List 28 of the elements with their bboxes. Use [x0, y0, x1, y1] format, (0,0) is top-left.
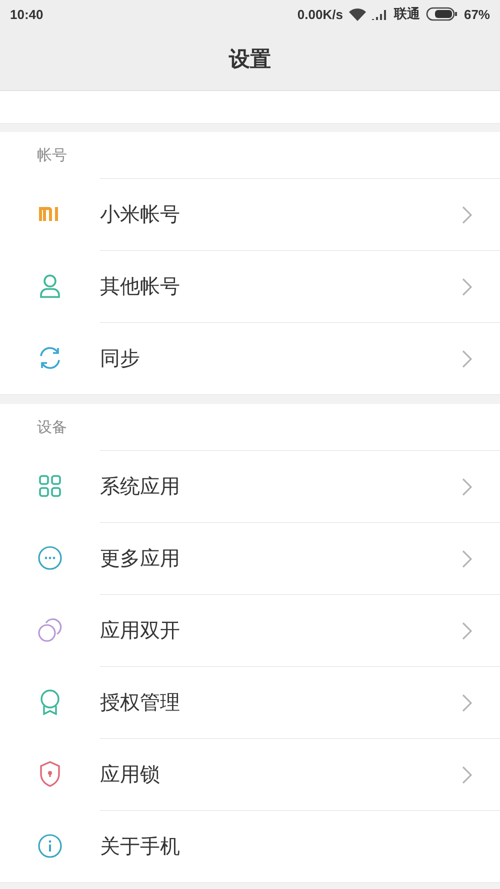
section-header: 设备: [37, 418, 67, 436]
battery-icon: [426, 7, 458, 21]
wifi-icon: [348, 8, 366, 20]
page-title: 设置: [229, 46, 271, 73]
section-header: 帐号: [37, 146, 67, 164]
grid-icon: [39, 475, 61, 497]
shield-icon: [39, 761, 61, 787]
settings-item[interactable]: 更多应用: [0, 522, 500, 594]
award-icon: [39, 689, 61, 715]
battery-percent: 67%: [464, 6, 490, 22]
signal-icon: [372, 8, 388, 20]
network-speed: 0.00K/s: [297, 6, 343, 22]
overlapping-circles-icon: [38, 618, 62, 642]
status-time: 10:40: [10, 6, 44, 22]
person-icon: [39, 274, 61, 298]
settings-item[interactable]: 小米帐号: [0, 178, 500, 250]
settings-item[interactable]: 授权管理: [0, 666, 500, 738]
settings-item[interactable]: 应用双开: [0, 594, 500, 666]
settings-item[interactable]: 同步: [0, 322, 500, 394]
more-icon: [38, 546, 62, 570]
sync-icon: [38, 346, 62, 370]
mi-logo-icon: [39, 207, 61, 221]
carrier-name: 联通: [394, 5, 420, 23]
settings-item[interactable]: 关于手机: [0, 810, 500, 882]
settings-item[interactable]: 系统应用: [0, 450, 500, 522]
settings-item[interactable]: 应用锁: [0, 738, 500, 810]
info-icon: [38, 834, 62, 858]
settings-item[interactable]: 其他帐号: [0, 250, 500, 322]
